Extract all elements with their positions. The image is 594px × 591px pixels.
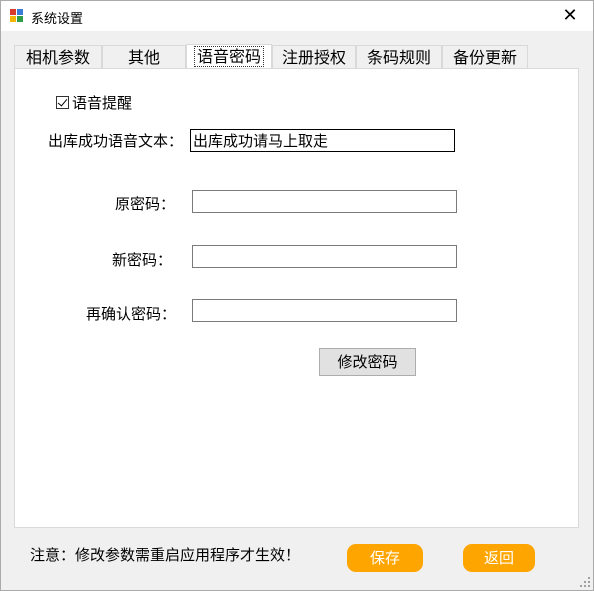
settings-window: 系统设置 ✕ 相机参数 其他 语音密码 注册授权 条码规则 备份更新 语音提醒 …	[0, 0, 594, 591]
tab-camera-params[interactable]: 相机参数	[14, 45, 102, 69]
outbound-text-field[interactable]	[190, 129, 455, 152]
tab-voice-password[interactable]: 语音密码	[186, 44, 272, 69]
change-password-button[interactable]: 修改密码	[319, 348, 416, 376]
old-password-label: 原密码：	[115, 195, 176, 213]
tab-other[interactable]: 其他	[102, 45, 186, 69]
save-button[interactable]: 保存	[347, 544, 423, 572]
close-icon[interactable]: ✕	[547, 1, 593, 31]
voice-reminder-checkbox[interactable]	[56, 96, 69, 109]
tab-label: 语音密码	[193, 46, 264, 67]
voice-reminder-checkbox-row[interactable]: 语音提醒	[56, 92, 132, 113]
app-icon	[10, 9, 24, 23]
tab-panel-voice-password: 语音提醒 出库成功语音文本： 原密码： 新密码： 再确认密码： 修改密码	[14, 68, 579, 528]
tab-label: 注册授权	[281, 48, 346, 67]
confirm-password-label: 再确认密码：	[86, 305, 177, 323]
voice-reminder-label: 语音提醒	[72, 94, 133, 112]
tab-label: 备份更新	[452, 48, 517, 67]
tab-registration[interactable]: 注册授权	[272, 45, 356, 69]
tab-label: 相机参数	[25, 48, 90, 67]
tab-backup-update[interactable]: 备份更新	[442, 45, 528, 69]
tab-barcode-rules[interactable]: 条码规则	[356, 45, 442, 69]
new-password-label: 新密码：	[112, 251, 173, 269]
window-title: 系统设置	[31, 12, 84, 27]
tab-label: 条码规则	[366, 48, 431, 67]
restart-notice: 注意：修改参数需重启应用程序才生效！	[30, 546, 301, 564]
back-button[interactable]: 返回	[463, 544, 535, 572]
resize-grip-icon[interactable]	[580, 577, 590, 587]
new-password-field[interactable]	[192, 245, 457, 268]
confirm-password-field[interactable]	[192, 299, 457, 322]
old-password-field[interactable]	[192, 190, 457, 213]
title-bar: 系统设置 ✕	[1, 1, 593, 31]
tab-label: 其他	[127, 48, 160, 67]
outbound-text-label: 出库成功语音文本：	[48, 132, 184, 150]
